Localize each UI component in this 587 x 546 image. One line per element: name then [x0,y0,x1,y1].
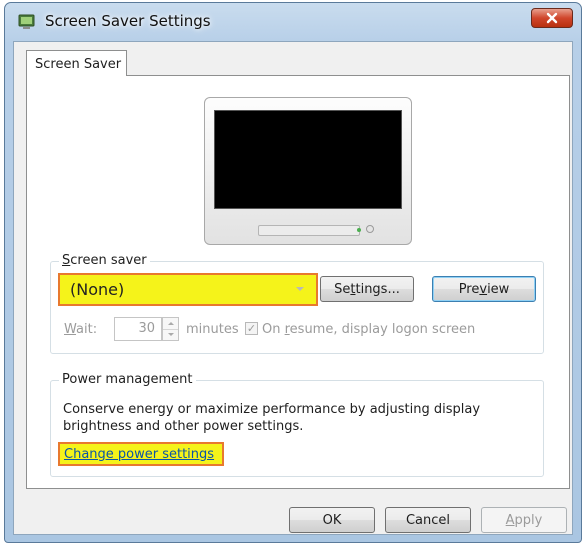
window-title: Screen Saver Settings [45,12,211,30]
screen-saver-settings-window: Screen Saver Settings Screen Saver Scree… [4,2,582,543]
settings-button[interactable]: Se t tings... [320,276,414,302]
screen-saver-selected-value: (None) [70,280,125,299]
tab-screen-saver[interactable]: Screen Saver [26,50,127,76]
chevron-down-icon [167,333,174,336]
close-icon [546,12,558,24]
screen-saver-group: Screen saver (None) Se t tings... Pre v iew … [50,253,544,354]
chevron-up-icon [167,322,174,325]
minutes-label: minutes [186,322,239,337]
screen-saver-group-label: Screen saver [59,253,150,268]
power-button-icon [366,225,374,233]
wait-minutes-value: 30 [138,321,155,336]
spin-down-button[interactable] [163,329,178,340]
monitor-preview [204,97,412,245]
change-power-settings-link[interactable]: Change power settings [64,447,214,462]
wait-minutes-input[interactable]: 30 [114,317,162,341]
resume-logon-checkbox[interactable]: ✓ [245,322,258,335]
screen-saver-tab-panel: Screen saver (None) Se t tings... Pre v iew … [26,75,570,489]
resume-logon-label: On resume, display logon screen [262,322,476,337]
chevron-down-icon [296,287,304,291]
preview-screen [214,110,402,209]
ok-button[interactable]: OK [289,507,375,533]
screen-saver-dropdown[interactable]: (None) [58,273,318,306]
screen-saver-app-icon [18,14,35,29]
cancel-button[interactable]: Cancel [385,507,471,533]
wait-minutes-spinner[interactable] [162,317,179,341]
power-led-icon [357,228,361,232]
preview-button[interactable]: Pre v iew [432,276,536,302]
monitor-base [258,225,360,236]
wait-label: Wait: [64,322,98,337]
power-management-group: Power management Conserve energy or maxi… [50,372,544,477]
power-description: Conserve energy or maximize performance … [63,402,481,434]
close-button[interactable] [531,8,573,28]
change-power-settings-highlight: Change power settings [58,442,224,466]
apply-button[interactable]: Apply [481,507,567,533]
power-management-group-label: Power management [59,372,196,387]
